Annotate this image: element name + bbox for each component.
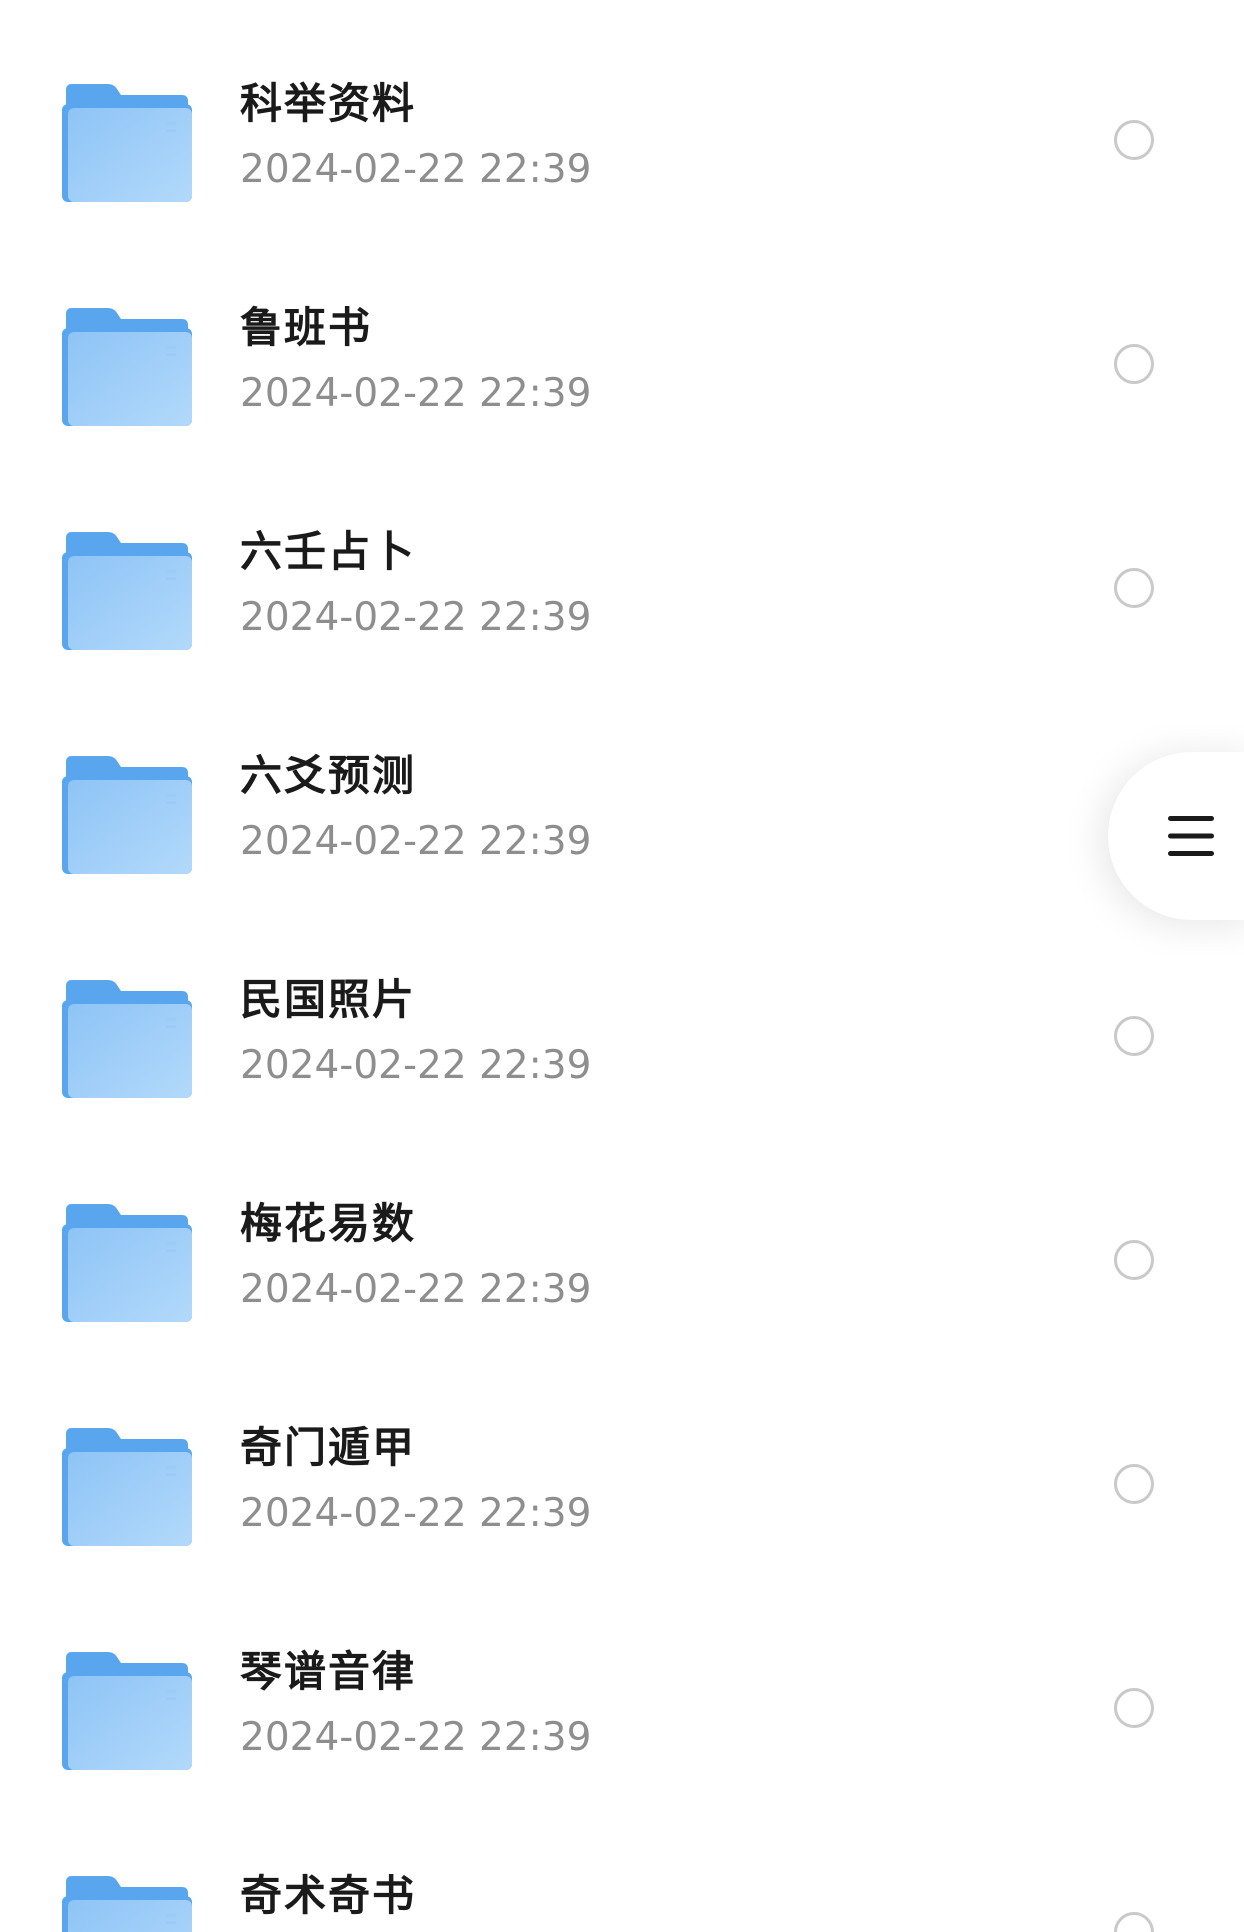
folder-icon-svg	[62, 1652, 192, 1770]
file-date: 2024-02-22 22:39	[240, 595, 592, 640]
select-radio[interactable]	[1114, 1912, 1154, 1932]
file-date: 2024-02-22 22:39	[240, 1715, 592, 1760]
file-name: 梅花易数	[240, 1199, 417, 1248]
file-name: 六爻预测	[240, 751, 417, 800]
file-date: 2024-02-22 22:39	[240, 1267, 592, 1312]
file-date: 2024-02-22 22:39	[240, 1491, 592, 1536]
file-date: 2024-02-22 22:39	[240, 371, 592, 416]
list-item[interactable]: 琴谱音律 2024-02-22 22:39	[0, 1596, 1244, 1820]
file-date: 2024-02-22 22:39	[240, 147, 592, 192]
list-item[interactable]: 民国照片 2024-02-22 22:39	[0, 924, 1244, 1148]
list-item[interactable]: 梅花易数 2024-02-22 22:39	[0, 1148, 1244, 1372]
folder-icon	[62, 1874, 192, 1932]
folder-icon-svg	[62, 1428, 192, 1546]
file-name: 奇门遁甲	[240, 1423, 417, 1472]
list-item[interactable]: 六壬占卜 2024-02-22 22:39	[0, 476, 1244, 700]
select-radio[interactable]	[1114, 1016, 1154, 1056]
folder-icon-svg	[62, 980, 192, 1098]
file-name: 科举资料	[240, 79, 417, 128]
list-item[interactable]: 六爻预测 2024-02-22 22:39	[0, 700, 1244, 924]
file-date: 2024-02-22 22:39	[240, 1043, 592, 1088]
folder-icon	[62, 306, 192, 426]
folder-icon	[62, 754, 192, 874]
folder-icon	[62, 530, 192, 650]
folder-icon	[62, 1202, 192, 1322]
folder-icon-svg	[62, 84, 192, 202]
file-name: 六壬占卜	[240, 527, 417, 576]
select-radio[interactable]	[1114, 1688, 1154, 1728]
folder-icon-svg	[62, 308, 192, 426]
list-item[interactable]: 奇门遁甲 2024-02-22 22:39	[0, 1372, 1244, 1596]
file-name: 鲁班书	[240, 303, 373, 352]
menu-icon	[1168, 816, 1214, 856]
file-name: 民国照片	[240, 975, 417, 1024]
list-item[interactable]: 奇术奇书	[0, 1820, 1244, 1932]
list-item[interactable]: 科举资料 2024-02-22 22:39	[0, 28, 1244, 252]
select-radio[interactable]	[1114, 120, 1154, 160]
folder-icon-svg	[62, 1204, 192, 1322]
folder-icon-svg	[62, 532, 192, 650]
select-radio[interactable]	[1114, 1240, 1154, 1280]
file-name: 奇术奇书	[240, 1871, 417, 1920]
folder-icon-svg	[62, 756, 192, 874]
folder-icon	[62, 82, 192, 202]
select-radio[interactable]	[1114, 1464, 1154, 1504]
folder-icon-svg	[62, 1876, 192, 1932]
folder-icon	[62, 1426, 192, 1546]
list-item[interactable]: 鲁班书 2024-02-22 22:39	[0, 252, 1244, 476]
file-date: 2024-02-22 22:39	[240, 819, 592, 864]
folder-icon	[62, 978, 192, 1098]
select-radio[interactable]	[1114, 568, 1154, 608]
file-name: 琴谱音律	[240, 1647, 417, 1696]
select-radio[interactable]	[1114, 344, 1154, 384]
folder-icon	[62, 1650, 192, 1770]
